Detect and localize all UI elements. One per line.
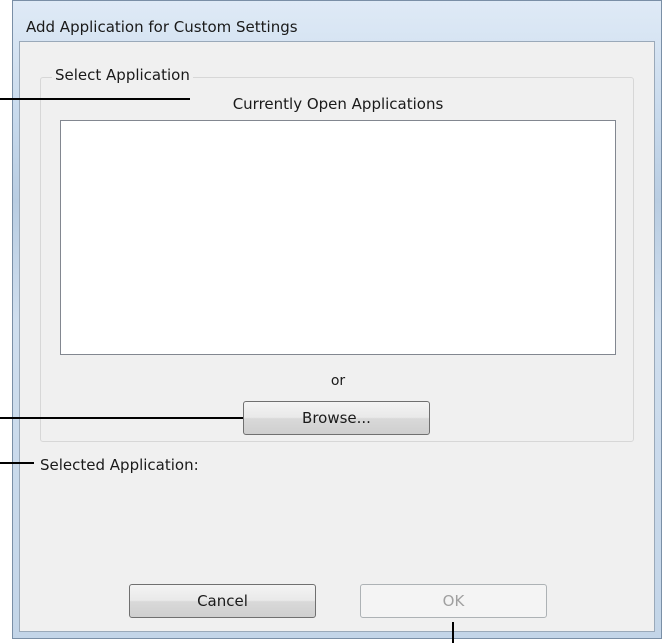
cancel-button[interactable]: Cancel — [129, 584, 316, 618]
selected-application-label: Selected Application: — [40, 456, 199, 474]
callout-line-ok — [452, 622, 454, 643]
dialog-title: Add Application for Custom Settings — [26, 18, 298, 36]
ok-button[interactable]: OK — [360, 584, 547, 618]
callout-line-selected-application — [0, 462, 34, 464]
open-applications-listbox[interactable] — [60, 120, 616, 355]
callout-line-open-applications — [0, 98, 190, 100]
browse-button[interactable]: Browse... — [243, 401, 430, 435]
groupbox-label: Select Application — [52, 66, 193, 84]
or-label: or — [330, 373, 346, 389]
canvas: Add Application for Custom Settings Sele… — [0, 0, 666, 643]
callout-line-browse — [0, 417, 243, 419]
